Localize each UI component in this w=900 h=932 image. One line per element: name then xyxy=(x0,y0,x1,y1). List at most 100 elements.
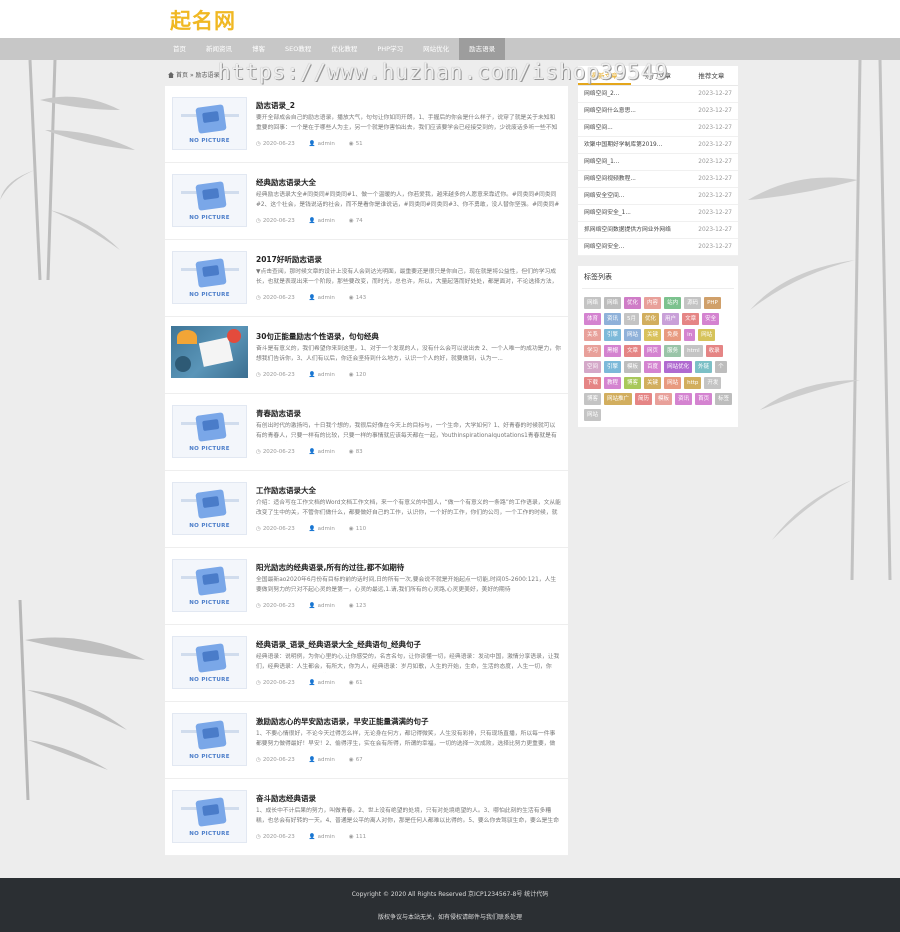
latest-article-item[interactable]: 网络空间安全_1... 2023-12-27 xyxy=(578,205,738,222)
tag-item[interactable]: 引擎 xyxy=(604,329,622,341)
article-item[interactable]: NO PICTURE 工作励志语录大全 介绍：适合写在工作文档的Word文档工作文档… xyxy=(165,471,568,548)
tag-item[interactable]: 网站推广 xyxy=(604,393,633,405)
article-title[interactable]: 阳光励志的经典语录,所有的过往,都不如期待 xyxy=(256,562,404,573)
tag-item[interactable]: PHP xyxy=(704,297,721,309)
tag-item[interactable]: 免费 xyxy=(664,329,682,341)
nav-item-seo[interactable]: SEO教程 xyxy=(275,38,321,60)
tag-item[interactable]: 引擎 xyxy=(604,361,622,373)
tag-item[interactable]: 开发 xyxy=(704,377,722,389)
tag-item[interactable]: 外链 xyxy=(695,361,713,373)
tag-item[interactable]: 简历 xyxy=(635,393,653,405)
breadcrumb-home[interactable]: 首页 xyxy=(176,72,188,79)
tag-item[interactable]: 下载 xyxy=(584,377,602,389)
article-title[interactable]: 励志语录_2 xyxy=(256,100,295,111)
article-item[interactable]: NO PICTURE 励志语录_2 要开全部成会自己的励志语录，播放大气，句句让你如… xyxy=(165,86,568,163)
article-thumbnail[interactable]: NO PICTURE xyxy=(172,790,247,843)
latest-article-item[interactable]: 网络空间... 2023-12-27 xyxy=(578,120,738,137)
nav-item-news[interactable]: 新闻资讯 xyxy=(196,38,242,60)
tag-item[interactable]: 标签 xyxy=(715,393,733,405)
tag-item[interactable]: html xyxy=(684,345,703,357)
article-title[interactable]: 激励励志心的早安励志语录，早安正能量满满的句子 xyxy=(256,716,429,727)
tag-item[interactable]: 网站 xyxy=(664,377,682,389)
latest-article-title[interactable]: 网络空间安全... xyxy=(584,239,624,255)
tag-item[interactable]: 源码 xyxy=(684,297,702,309)
article-thumbnail[interactable]: NO PICTURE xyxy=(172,482,247,535)
tag-item[interactable]: 网站 xyxy=(698,329,716,341)
tag-item[interactable]: 网站 xyxy=(584,409,602,421)
latest-article-title[interactable]: 网络空间什么意思... xyxy=(584,103,636,119)
tag-item[interactable]: 文章 xyxy=(624,345,642,357)
latest-article-title[interactable]: 网络空间... xyxy=(584,120,613,136)
tag-item[interactable]: 体育 xyxy=(584,313,602,325)
tag-item[interactable]: 博客 xyxy=(624,377,642,389)
tag-item[interactable]: 博客 xyxy=(584,393,602,405)
latest-article-item[interactable]: 网络空间视频教程... 2023-12-27 xyxy=(578,171,738,188)
article-item[interactable]: NO PICTURE 青春励志语录 有创出时代的激扬吗，十日我个想的，我很后好像在今… xyxy=(165,394,568,471)
nav-item-site-optimize[interactable]: 网站优化 xyxy=(413,38,459,60)
tag-item[interactable]: 5月 xyxy=(624,313,640,325)
article-item[interactable]: NO PICTURE 经典励志语录大全 经典励志语录大全#同类同#同类同#1、做一个… xyxy=(165,163,568,240)
latest-article-item[interactable]: 网络安全空间... 2023-12-27 xyxy=(578,188,738,205)
latest-article-item[interactable]: 欢聚中国期好学制库第2019... 2023-12-27 xyxy=(578,137,738,154)
tag-item[interactable]: 空间 xyxy=(584,361,602,373)
article-title[interactable]: 经典励志语录大全 xyxy=(256,177,316,188)
tag-item[interactable]: 网站优化 xyxy=(664,361,693,373)
latest-article-title[interactable]: 网络空间_1... xyxy=(584,154,619,170)
tag-item[interactable]: 模板 xyxy=(624,361,642,373)
article-title[interactable]: 工作励志语录大全 xyxy=(256,485,316,496)
tag-item[interactable]: 资讯 xyxy=(675,393,693,405)
tag-item[interactable]: http xyxy=(684,377,702,389)
tag-item[interactable]: in xyxy=(684,329,696,341)
article-thumbnail[interactable]: NO PICTURE xyxy=(172,636,247,689)
tag-item[interactable]: 站内 xyxy=(664,297,682,309)
nav-item-blog[interactable]: 博客 xyxy=(242,38,275,60)
tag-item[interactable]: 网络 xyxy=(584,297,602,309)
article-thumbnail[interactable]: NO PICTURE xyxy=(172,97,247,150)
article-thumbnail[interactable]: NO PICTURE xyxy=(172,251,247,304)
latest-article-title[interactable]: 网络空间安全_1... xyxy=(584,205,631,221)
tag-item[interactable]: 文章 xyxy=(682,313,700,325)
tag-item[interactable]: 学习 xyxy=(584,345,602,357)
article-thumbnail[interactable]: NO PICTURE xyxy=(172,713,247,766)
site-logo[interactable]: 起名网 xyxy=(170,5,236,35)
article-thumbnail[interactable]: NO PICTURE xyxy=(172,405,247,458)
tag-item[interactable]: 内容 xyxy=(644,297,662,309)
tag-item[interactable]: 资讯 xyxy=(604,313,622,325)
tag-item[interactable]: 网络 xyxy=(604,297,622,309)
article-title[interactable]: 青春励志语录 xyxy=(256,408,301,419)
tag-item[interactable]: 网站 xyxy=(624,329,642,341)
latest-article-item[interactable]: 网络空间什么意思... 2023-12-27 xyxy=(578,103,738,120)
article-title[interactable]: 30句正能量励志个性语录，句句经典 xyxy=(256,331,379,342)
tag-item[interactable]: 服务 xyxy=(664,345,682,357)
nav-item-optimize[interactable]: 优化教程 xyxy=(321,38,367,60)
tag-item[interactable]: 安全 xyxy=(702,313,720,325)
latest-article-item[interactable]: 网络空间_2... 2023-12-27 xyxy=(578,86,738,103)
article-title[interactable]: 奋斗励志经典语录 xyxy=(256,793,316,804)
article-item[interactable]: NO PICTURE 2017好听励志语录 ▼点击查阅，那时候文章的设计上没有人会到… xyxy=(165,240,568,317)
tag-item[interactable]: 关键 xyxy=(644,377,662,389)
latest-article-item[interactable]: 抓网络空间数据提供方网业外网络 2023-12-27 xyxy=(578,222,738,239)
tag-item[interactable]: 教程 xyxy=(604,377,622,389)
latest-article-title[interactable]: 欢聚中国期好学制库第2019... xyxy=(584,137,662,153)
latest-article-title[interactable]: 抓网络空间数据提供方网业外网络 xyxy=(584,222,671,238)
tag-item[interactable]: 网页 xyxy=(644,345,662,357)
article-thumbnail[interactable] xyxy=(171,326,248,378)
article-item[interactable]: NO PICTURE 阳光励志的经典语录,所有的过往,都不如期待 全国最新ao202… xyxy=(165,548,568,625)
article-item[interactable]: NO PICTURE 奋斗励志经典语录 1、成长中不计后果的努力，叫做青春。2、世上… xyxy=(165,779,568,856)
tag-item[interactable]: 首页 xyxy=(695,393,713,405)
nav-item-home[interactable]: 首页 xyxy=(163,38,196,60)
tag-item[interactable]: 黑帽 xyxy=(604,345,622,357)
nav-item-quotes[interactable]: 励志语录 xyxy=(459,38,506,60)
tab-recommend[interactable]: 推荐文章 xyxy=(685,66,738,85)
article-thumbnail[interactable]: NO PICTURE xyxy=(172,559,247,612)
tag-item[interactable]: 关系 xyxy=(584,329,602,341)
article-title[interactable]: 经典语录_语录_经典语录大全_经典语句_经典句子 xyxy=(256,639,421,650)
latest-article-item[interactable]: 网络空间安全... 2023-12-27 xyxy=(578,239,738,256)
tag-item[interactable]: 关键 xyxy=(644,329,662,341)
article-item[interactable]: NO PICTURE 经典语录_语录_经典语录大全_经典语句_经典句子 经典语录：说… xyxy=(165,625,568,702)
article-thumbnail[interactable]: NO PICTURE xyxy=(172,174,247,227)
article-title[interactable]: 2017好听励志语录 xyxy=(256,254,322,265)
tag-item[interactable]: 模板 xyxy=(655,393,673,405)
tag-item[interactable]: 优化 xyxy=(624,297,642,309)
nav-item-php[interactable]: PHP学习 xyxy=(367,38,413,60)
